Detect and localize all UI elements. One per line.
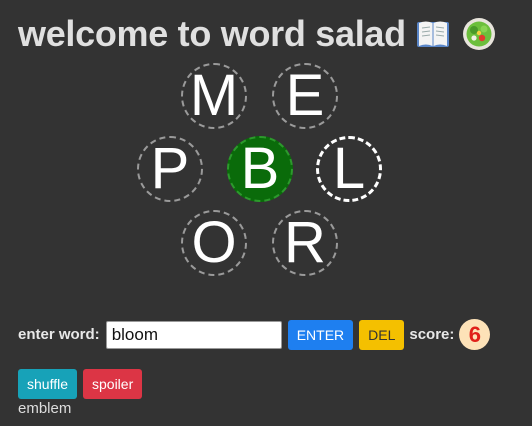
- open-book-icon: [414, 15, 452, 53]
- word-entry-row: enter word: ENTER DEL score: 6: [18, 319, 491, 350]
- score-badge: 6: [459, 319, 491, 350]
- center-letter-tile[interactable]: B: [227, 136, 293, 202]
- letter: B: [240, 136, 280, 201]
- delete-button[interactable]: DEL: [359, 319, 405, 350]
- letter-tile-bottom-left[interactable]: O: [181, 210, 247, 276]
- score-label: score:: [409, 326, 455, 343]
- letter: M: [189, 63, 239, 128]
- enter-button[interactable]: ENTER: [287, 319, 354, 350]
- letter: E: [285, 63, 325, 128]
- letter-tile-middle-left[interactable]: P: [137, 136, 203, 202]
- spoiler-button[interactable]: spoiler: [83, 369, 143, 399]
- letter: P: [150, 136, 190, 201]
- letter: L: [332, 136, 366, 201]
- found-word: emblem: [18, 400, 72, 417]
- letter: R: [284, 210, 326, 275]
- action-row: shuffle spoiler: [18, 369, 143, 399]
- title-text: welcome to word salad: [18, 13, 406, 54]
- letter-tile-bottom-right[interactable]: R: [272, 210, 338, 276]
- shuffle-button[interactable]: shuffle: [18, 369, 77, 399]
- salad-icon: [460, 15, 498, 53]
- letter-tile-middle-right[interactable]: L: [316, 136, 382, 202]
- enter-word-label: enter word:: [18, 326, 100, 343]
- found-words-list: emblem: [18, 400, 71, 417]
- letter-tile-top-left[interactable]: M: [181, 63, 247, 129]
- word-input[interactable]: [105, 320, 282, 349]
- page-title: welcome to word salad: [18, 10, 528, 58]
- letter: O: [191, 210, 237, 275]
- letter-tile-top-right[interactable]: E: [272, 63, 338, 129]
